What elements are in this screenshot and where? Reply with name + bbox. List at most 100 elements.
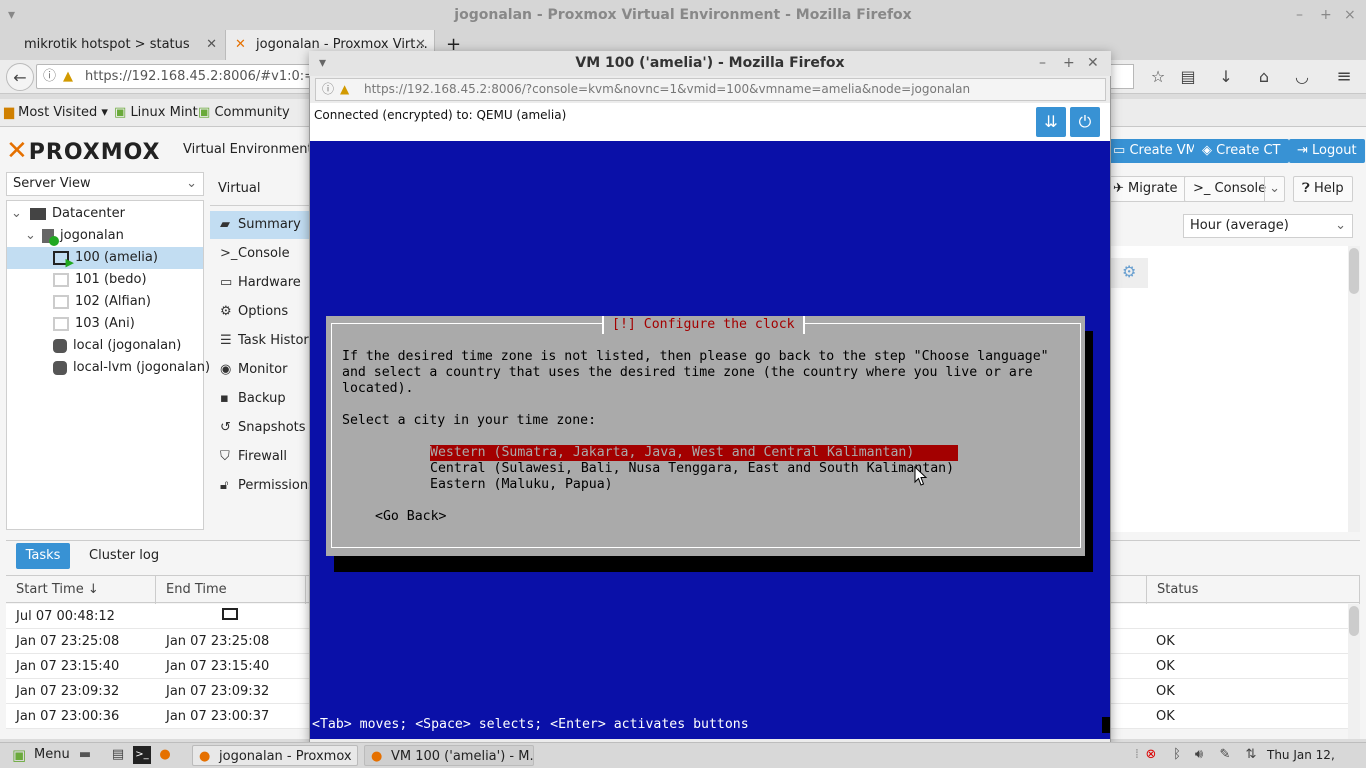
network-icon[interactable]: ⇅: [1242, 746, 1260, 764]
tasks-scrollbar[interactable]: [1348, 604, 1360, 739]
update-manager-icon[interactable]: ⊗: [1142, 746, 1160, 764]
logout-button[interactable]: ⇥ Logout: [1289, 139, 1365, 163]
tree-item-vm-102[interactable]: 102 (Alfian): [53, 291, 201, 313]
bookmark-star-icon[interactable]: ☆: [1144, 63, 1172, 91]
bookmark-community[interactable]: ▣ Community: [198, 99, 290, 127]
minimize-icon[interactable]: –: [1296, 0, 1303, 30]
menu-monitor[interactable]: ◉ Monitor: [210, 356, 310, 384]
url-bar[interactable]: ⓘ ▲ https://192.168.45.2:8006/#v1:0:=qem…: [36, 64, 326, 89]
volume-icon[interactable]: 🔊︎: [1190, 746, 1208, 764]
minimize-icon[interactable]: –: [1039, 51, 1046, 76]
proxmox-x-icon: ✕: [6, 136, 29, 166]
timezone-option-eastern[interactable]: Eastern (Maluku, Papua): [430, 477, 613, 493]
migrate-button[interactable]: ✈ Migrate: [1104, 176, 1187, 202]
tree-item-vm-103[interactable]: 103 (Ani): [53, 313, 201, 335]
tree-item-node[interactable]: ⌄ jogonalan: [25, 225, 201, 247]
logo-text: PROXMOX: [28, 140, 161, 165]
column-start-time[interactable]: Start Time ↓: [6, 576, 156, 604]
scrollbar-thumb[interactable]: [1349, 606, 1359, 636]
bookmark-most-visited[interactable]: ▆ Most Visited ▾: [4, 99, 108, 127]
tab-cluster-log[interactable]: Cluster log: [89, 543, 159, 569]
terminal-icon: >_: [220, 246, 238, 261]
bookmark-linux-mint[interactable]: ▣ Linux Mint: [114, 99, 198, 127]
clock[interactable]: Thu Jan 12, 08:53: [1267, 744, 1366, 766]
menu-options[interactable]: ⚙ Options: [210, 298, 310, 326]
close-icon[interactable]: ✕: [1087, 51, 1099, 76]
column-status[interactable]: Status: [1146, 576, 1360, 604]
console-url-bar[interactable]: ⓘ ▲ https://192.168.45.2:8006/?console=k…: [315, 78, 1106, 101]
window-menu-icon[interactable]: ▾: [8, 0, 15, 30]
timezone-option-central[interactable]: Central (Sulawesi, Bali, Nusa Tenggara, …: [430, 461, 954, 477]
menu-snapshots[interactable]: ↺ Snapshots: [210, 414, 310, 442]
taskbar-window-vm-console[interactable]: ● VM 100 ('amelia') - M...: [364, 745, 534, 766]
show-desktop-icon[interactable]: ▬: [76, 746, 94, 764]
tree-item-vm-100[interactable]: ▶ 100 (amelia): [7, 247, 203, 269]
gear-icon[interactable]: ⚙: [1122, 262, 1136, 281]
tree-item-vm-101[interactable]: 101 (bedo): [53, 269, 201, 291]
column-end-time[interactable]: End Time: [156, 576, 306, 604]
menu-task-history[interactable]: ☰ Task History: [210, 327, 310, 355]
pen-icon[interactable]: ✎: [1216, 746, 1234, 764]
close-icon[interactable]: ×: [1344, 0, 1356, 30]
scrollbar-thumb[interactable]: [1349, 248, 1359, 294]
back-button[interactable]: ←: [6, 63, 34, 91]
terminal-launcher-icon[interactable]: >_: [133, 746, 151, 764]
tree-item-datacenter[interactable]: ⌄ Datacenter: [11, 203, 201, 225]
download-icon[interactable]: ↓: [1212, 63, 1240, 91]
novnc-toolbar-icon[interactable]: ⇊: [1036, 107, 1066, 137]
window-menu-icon[interactable]: ▾: [319, 51, 326, 76]
warning-lock-icon[interactable]: ▲: [63, 65, 73, 88]
timeframe-select[interactable]: Hour (average) ⌄: [1183, 214, 1353, 238]
button-label: Help: [1313, 181, 1344, 196]
help-button[interactable]: ❓︎ Help: [1293, 176, 1353, 202]
menu-summary[interactable]: ▰ Summary: [210, 211, 310, 239]
file-manager-icon[interactable]: ▤: [109, 746, 127, 764]
tree-item-storage-local-lvm[interactable]: local-lvm (jogonalan): [53, 357, 210, 379]
pocket-icon[interactable]: ◡: [1288, 63, 1316, 91]
collapse-icon[interactable]: ⌄: [25, 228, 36, 243]
button-label: Migrate: [1128, 181, 1178, 196]
chevron-down-icon[interactable]: ⌄: [1264, 177, 1280, 201]
view-select[interactable]: Server View ⌄: [6, 172, 204, 196]
tree-item-storage-local[interactable]: local (jogonalan): [53, 335, 201, 357]
sign-out-icon: ⇥: [1297, 143, 1308, 158]
bluetooth-icon[interactable]: ᛒ: [1168, 746, 1186, 764]
version-text: Virtual Environment 4: [183, 142, 326, 157]
maximize-icon[interactable]: +: [1320, 0, 1332, 30]
go-back-button[interactable]: <Go Back>: [375, 509, 446, 525]
text-cursor: [1102, 717, 1110, 733]
warning-lock-icon[interactable]: ▲: [340, 79, 349, 100]
menu-permissions[interactable]: 🔓︎ Permissions: [210, 472, 310, 500]
url-bar-end[interactable]: [1110, 64, 1134, 89]
menu-console[interactable]: >_Console: [210, 240, 310, 268]
chevron-down-icon: ▾: [101, 105, 108, 120]
collapse-icon[interactable]: ⌄: [11, 206, 22, 221]
url-text: https://192.168.45.2:8006/#v1:0:=qemu: [85, 69, 326, 84]
taskbar-window-proxmox[interactable]: ● jogonalan - Proxmox ...: [192, 745, 358, 766]
menu-firewall[interactable]: ⛉ Firewall: [210, 443, 310, 471]
info-icon[interactable]: ⓘ: [322, 79, 334, 100]
console-button[interactable]: >_ Console ⌄: [1184, 176, 1285, 202]
timezone-option-western[interactable]: Western (Sumatra, Jakarta, Java, West an…: [430, 445, 958, 461]
bookmark-label: Linux Mint: [130, 105, 198, 120]
menu-label: Menu: [34, 747, 70, 762]
create-vm-button[interactable]: ▭ Create VM: [1105, 139, 1205, 163]
home-icon[interactable]: ⌂: [1250, 63, 1278, 91]
mint-logo-icon: ▣: [12, 746, 27, 764]
menu-backup[interactable]: ▪ Backup: [210, 385, 310, 413]
scrollbar[interactable]: [1348, 246, 1360, 532]
reading-list-icon[interactable]: ▤: [1174, 63, 1202, 91]
tab-mikrotik[interactable]: mikrotik hotspot > status ✕: [0, 30, 225, 60]
menu-hardware[interactable]: ▭ Hardware: [210, 269, 310, 297]
info-icon[interactable]: ⓘ: [43, 65, 56, 88]
firefox-launcher-icon[interactable]: ●: [156, 746, 174, 764]
tab-tasks[interactable]: Tasks: [16, 543, 70, 569]
hamburger-menu-icon[interactable]: ≡: [1330, 63, 1358, 91]
close-tab-icon[interactable]: ✕: [206, 30, 217, 60]
cube-icon: ◈: [1202, 143, 1212, 158]
maximize-icon[interactable]: +: [1063, 51, 1075, 76]
create-ct-button[interactable]: ◈ Create CT: [1194, 139, 1289, 163]
intro-line: If the desired time zone is not listed, …: [342, 349, 1049, 364]
power-icon[interactable]: ⏻: [1070, 107, 1100, 137]
start-menu-button[interactable]: ▣ Menu: [8, 744, 70, 766]
